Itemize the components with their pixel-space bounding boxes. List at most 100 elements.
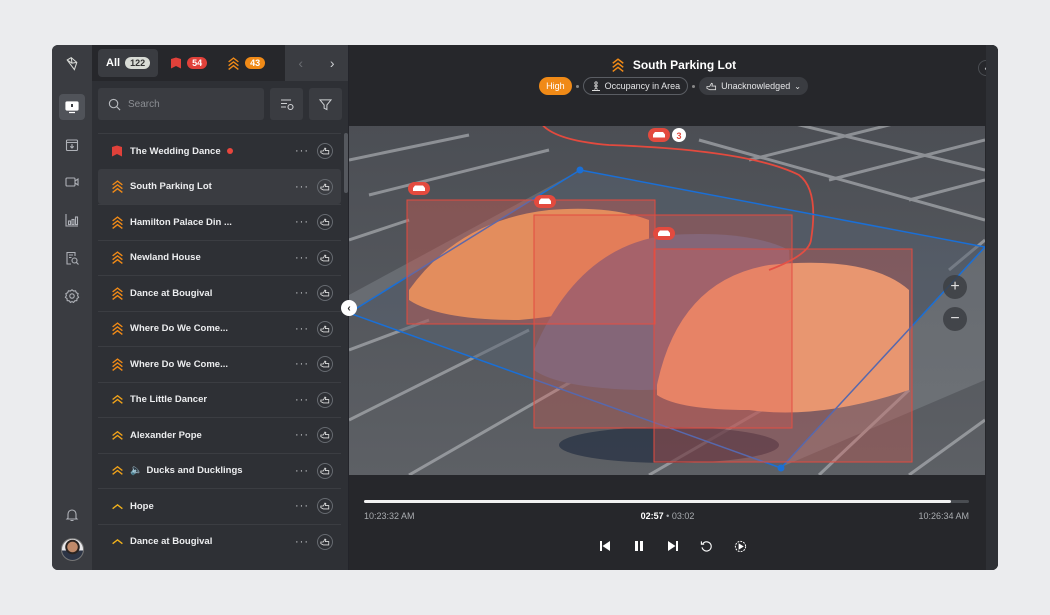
list-item[interactable]: Newland House ··· — [98, 239, 341, 276]
detection-box[interactable] — [653, 248, 913, 463]
car-tag-icon — [534, 195, 556, 208]
acknowledge-hand-icon — [706, 82, 717, 90]
high-priority-icon — [228, 56, 239, 70]
medium-priority-icon — [108, 464, 126, 477]
more-options-icon[interactable]: ··· — [295, 465, 309, 477]
severity-badge: High — [539, 77, 572, 95]
low-priority-icon — [108, 535, 126, 548]
rule-label: Occupancy in Area — [604, 81, 681, 91]
logo-icon[interactable] — [59, 51, 85, 77]
item-name: Where Do We Come... — [130, 358, 229, 370]
list-item[interactable]: Alexander Pope ··· — [98, 417, 341, 453]
chevron-down-icon: ⌄ — [794, 81, 801, 91]
list-item[interactable]: Where Do We Come... ··· — [98, 346, 341, 382]
acknowledge-button[interactable] — [317, 285, 333, 302]
incident-list: The Wedding Dance ··· South Parking Lot ···… — [92, 133, 348, 559]
skip-forward-icon[interactable] — [665, 538, 681, 554]
list-item[interactable]: Hope ··· — [98, 488, 341, 524]
acknowledge-button[interactable] — [317, 178, 333, 195]
acknowledge-button[interactable] — [317, 533, 333, 550]
end-time: 10:26:34 AM — [918, 511, 969, 521]
critical-priority-icon — [108, 145, 126, 157]
app-window: All 122 54 43 ‹ › Search The Wedding Dan… — [52, 45, 998, 570]
tab-critical[interactable]: 54 — [162, 49, 215, 77]
video-camera-icon[interactable] — [59, 169, 85, 195]
current-time: 02:57 — [640, 511, 664, 521]
acknowledge-button[interactable] — [317, 214, 333, 231]
acknowledge-button[interactable] — [317, 498, 333, 515]
priority-tabs: All 122 54 43 ‹ › — [92, 45, 348, 81]
tab-all[interactable]: All 122 — [98, 49, 159, 77]
details-strip — [986, 45, 998, 570]
more-options-icon[interactable]: ··· — [295, 536, 309, 548]
acknowledge-button[interactable] — [317, 249, 333, 266]
more-options-icon[interactable]: ··· — [295, 358, 309, 370]
status-dropdown[interactable]: Unacknowledged ⌄ — [699, 77, 808, 95]
replay-icon[interactable] — [699, 538, 715, 554]
item-name: Where Do We Come... — [130, 323, 229, 335]
list-item[interactable]: 🔈 Ducks and Ducklings ··· — [98, 452, 341, 489]
collapse-list-button[interactable]: ‹ — [341, 300, 357, 316]
sort-settings-button[interactable] — [270, 88, 303, 120]
high-priority-icon — [108, 251, 126, 265]
monitor-alert-icon[interactable] — [59, 94, 85, 120]
more-options-icon[interactable]: ··· — [295, 145, 309, 157]
inbox-download-icon[interactable] — [59, 132, 85, 158]
bell-icon[interactable] — [59, 502, 85, 528]
tab-high-count: 43 — [245, 57, 266, 69]
gear-icon[interactable] — [59, 283, 85, 309]
acknowledge-button[interactable] — [317, 462, 333, 479]
list-item[interactable]: South Parking Lot ··· — [98, 168, 341, 204]
autoplay-icon[interactable] — [733, 538, 749, 554]
acknowledge-button[interactable] — [317, 391, 333, 408]
list-item[interactable]: The Wedding Dance ··· — [98, 133, 341, 169]
pause-icon[interactable] — [631, 538, 647, 554]
skip-back-icon[interactable] — [597, 538, 613, 554]
more-options-icon[interactable]: ··· — [295, 323, 309, 335]
progress-bar[interactable] — [364, 500, 969, 503]
item-name: Hope — [130, 500, 154, 512]
document-search-icon[interactable] — [59, 245, 85, 271]
more-options-icon[interactable]: ··· — [295, 429, 309, 441]
filter-button[interactable] — [309, 88, 342, 120]
zone-handle[interactable] — [576, 166, 584, 174]
more-options-icon[interactable]: ··· — [295, 216, 309, 228]
list-item[interactable]: The Little Dancer ··· — [98, 381, 341, 418]
chevron-left-icon[interactable]: ‹ — [298, 55, 303, 71]
list-item[interactable]: Dance at Bougival ··· — [98, 523, 341, 560]
acknowledge-button[interactable] — [317, 427, 333, 444]
more-options-icon[interactable]: ··· — [295, 500, 309, 512]
video-frame[interactable]: 3 + − — [349, 120, 985, 475]
high-priority-icon — [108, 215, 126, 229]
chevron-right-icon[interactable]: › — [330, 55, 335, 71]
bar-chart-icon[interactable] — [59, 207, 85, 233]
acknowledge-hand-icon — [320, 538, 330, 546]
acknowledge-button[interactable] — [317, 320, 333, 337]
zoom-in-button[interactable]: + — [943, 275, 967, 299]
tab-all-count: 122 — [125, 57, 151, 69]
more-options-icon[interactable]: ··· — [295, 394, 309, 406]
more-options-icon[interactable]: ··· — [295, 287, 309, 299]
list-item[interactable]: Where Do We Come... ··· — [98, 310, 341, 347]
list-scrollbar[interactable] — [344, 133, 348, 193]
acknowledge-button[interactable] — [317, 356, 333, 373]
more-options-icon[interactable]: ··· — [295, 181, 309, 193]
incident-title: South Parking Lot — [632, 58, 737, 72]
item-name: Dance at Bougival — [130, 536, 213, 548]
zoom-out-button[interactable]: − — [943, 307, 967, 331]
more-options-icon[interactable]: ··· — [295, 252, 309, 264]
list-item[interactable]: Dance at Bougival ··· — [98, 275, 341, 311]
zone-handle[interactable] — [777, 464, 785, 472]
acknowledge-hand-icon — [320, 431, 330, 439]
user-avatar[interactable] — [61, 538, 84, 561]
filter-icon — [319, 98, 332, 110]
search-box[interactable] — [98, 88, 264, 120]
tab-high[interactable]: 43 — [219, 49, 273, 77]
list-item[interactable]: Hamilton Palace Din ... ··· — [98, 204, 341, 240]
critical-priority-icon — [171, 57, 182, 69]
item-name: Newland House — [130, 252, 201, 264]
tab-critical-count: 54 — [187, 57, 208, 69]
search-input[interactable] — [128, 98, 248, 110]
acknowledge-button[interactable] — [317, 143, 333, 160]
item-name: Alexander Pope — [130, 429, 202, 441]
